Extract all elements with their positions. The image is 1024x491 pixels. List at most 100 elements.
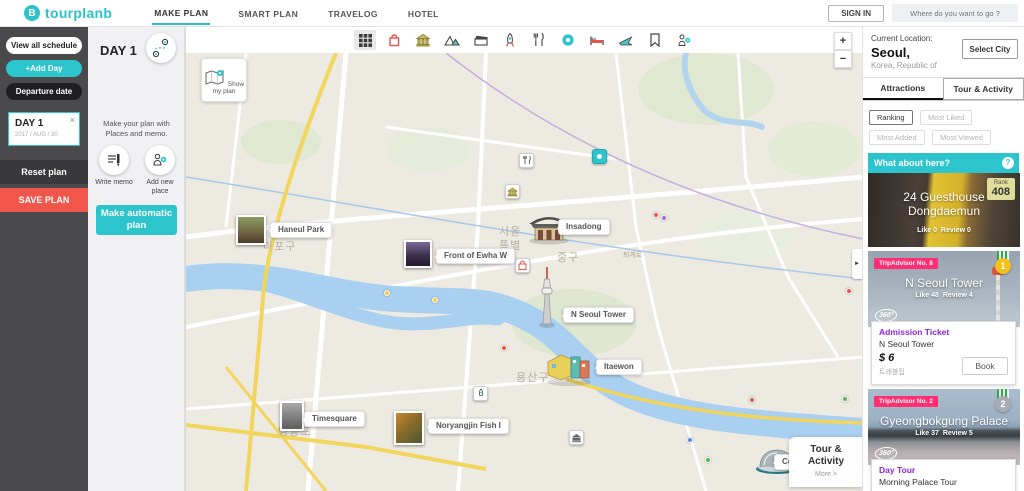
current-location-block: Current Location: Seoul, Korea, Republic… [863,27,1024,73]
map-icon [204,69,226,86]
entertainment-icon[interactable] [470,30,492,50]
recommendations-sidebar: Current Location: Seoul, Korea, Republic… [862,27,1024,491]
destination-search-input[interactable] [892,4,1018,22]
haneul-park-thumbnail[interactable] [236,215,266,245]
attraction-card-gyeongbokgung[interactable]: TripAdvisor No. 2 2 Gyeongbokgung Palace… [868,389,1019,491]
topbar: B tourplanb MAKE PLAN SMART PLAN TRAVELO… [0,0,1024,27]
poi-dot[interactable] [661,215,667,221]
poi-dot[interactable] [432,297,438,303]
tour-guide-icon[interactable] [673,30,695,50]
place-label-insadong[interactable]: Insadong [558,219,610,235]
help-icon[interactable]: ? [1002,157,1014,169]
noryangjin-thumbnail[interactable] [394,411,424,445]
tour-activity-overlay[interactable]: Tour & Activity More > [789,437,862,487]
memo-icon [105,151,123,169]
place-label-front-of-ewha[interactable]: Front of Ewha W [436,248,515,264]
restaurant-icon[interactable] [528,30,550,50]
bookmark-icon[interactable] [644,30,666,50]
suggestion-banner-text: What about here? [874,158,950,168]
view-all-schedule-button[interactable]: View all schedule [6,37,82,54]
restaurant-poi-icon[interactable] [519,153,534,168]
poi-dot[interactable] [846,288,852,294]
poi-dot[interactable] [501,345,507,351]
place-label-haneul-park[interactable]: Haneul Park [270,222,332,238]
attraction-card-guesthouse[interactable]: Rank 408 24 Guesthouse Dongdaemun Like 0… [868,173,1019,247]
tripadvisor-badge: TripAdvisor No. 8 [874,258,938,269]
attraction-poi-icon[interactable] [473,386,488,401]
shopping-poi-icon[interactable] [515,258,530,273]
current-country: Korea, Republic of [871,61,1016,70]
n-seoul-tower-3d-icon[interactable] [538,267,556,329]
filter-ranking[interactable]: Ranking [869,110,913,125]
product-type: Day Tour [879,465,1008,475]
place-label-itaewon[interactable]: Itaewon [596,359,642,375]
museum-icon[interactable] [412,30,434,50]
all-categories-icon[interactable] [354,30,376,50]
filter-most-viewed[interactable]: Most Viewed [932,130,991,145]
nav-smart-plan[interactable]: SMART PLAN [236,2,300,24]
logo[interactable]: B tourplanb [24,5,112,21]
place-label-noryangjin[interactable]: Noryangjin Fish I [428,418,509,434]
save-plan-button[interactable]: SAVE PLAN [0,188,88,212]
day-1-card-date: 2017 / AUG / 30 [15,132,58,138]
selected-place-poi-icon[interactable] [592,149,607,164]
departure-date-button[interactable]: Departure date [6,83,82,100]
map-area[interactable]: Show my plan + − 마포구 서울 특별 중구 용산구 영등포 퇴계… [185,27,862,491]
card-title: Gyeongbokgung Palace [868,415,1020,429]
sign-in-button[interactable]: SIGN IN [828,5,884,22]
tab-tour-activity[interactable]: Tour & Activity [943,78,1024,100]
poi-dot[interactable] [653,212,659,218]
zoom-controls: + − [834,32,852,68]
place-icon[interactable] [557,30,579,50]
logo-icon: B [24,5,40,21]
attraction-icon[interactable] [499,30,521,50]
timesquare-thumbnail[interactable] [280,401,304,431]
card-stats: Like 37 Review 5 [868,430,1020,437]
museum-poi-icon[interactable] [505,184,520,199]
place-label-timesquare[interactable]: Timesquare [304,411,365,427]
place-label-n-seoul-tower[interactable]: N Seoul Tower [563,307,634,323]
tab-attractions[interactable]: Attractions [863,78,943,100]
add-day-button[interactable]: +Add Day [6,60,82,77]
zoom-in-button[interactable]: + [834,32,852,50]
filter-most-added[interactable]: Most Added [869,130,925,145]
show-my-plan-button[interactable]: Show my plan [201,58,247,102]
poi-dot[interactable] [749,397,755,403]
shopping-icon[interactable] [383,30,405,50]
reset-plan-button[interactable]: Reset plan [0,160,88,184]
write-memo-button[interactable] [99,145,129,175]
nav-hotel[interactable]: HOTEL [406,2,441,24]
day-1-card-title: DAY 1 [15,118,43,129]
nav-travelog[interactable]: TRAVELOG [326,2,380,24]
main-nav: MAKE PLAN SMART PLAN TRAVELOG HOTEL [152,0,440,26]
product-name: N Seoul Tower [879,339,1008,349]
card-stats: Like 48 Review 4 [868,292,1020,299]
add-place-button[interactable] [145,145,175,175]
logo-text: tourplanb [45,5,112,21]
panel-expand-handle[interactable]: ► [852,249,862,279]
attraction-card-n-seoul-tower[interactable]: TripAdvisor No. 8 1 N Seoul Tower Like 4… [868,251,1019,385]
guesthouse-photo: Rank 408 24 Guesthouse Dongdaemun Like 0… [868,173,1020,247]
poi-dot[interactable] [842,396,848,402]
book-button[interactable]: Book [962,357,1008,375]
transport-icon[interactable] [615,30,637,50]
poi-dot[interactable] [384,290,390,296]
overlay-more-link[interactable]: More > [789,471,862,478]
make-automatic-plan-button[interactable]: Make automatic plan [96,205,177,235]
ewha-thumbnail[interactable] [404,240,432,268]
poi-dot[interactable] [705,457,711,463]
close-icon[interactable]: × [70,115,75,125]
zoom-out-button[interactable]: − [834,50,852,68]
filter-most-liked[interactable]: Most Liked [920,110,972,125]
hotel-icon[interactable] [586,30,608,50]
day-1-card[interactable]: DAY 1 2017 / AUG / 30 × [8,112,80,146]
gyeongbokgung-photo: TripAdvisor No. 2 2 Gyeongbokgung Palace… [868,389,1020,465]
bank-poi-icon[interactable] [569,430,584,445]
itaewon-3d-icon[interactable] [544,347,594,387]
card-stats: Like 0 Review 0 [868,227,1020,234]
route-plan-button[interactable] [146,33,176,63]
poi-dot[interactable] [687,437,693,443]
select-city-button[interactable]: Select City [962,39,1018,59]
nav-make-plan[interactable]: MAKE PLAN [152,1,210,25]
nature-icon[interactable] [441,30,463,50]
